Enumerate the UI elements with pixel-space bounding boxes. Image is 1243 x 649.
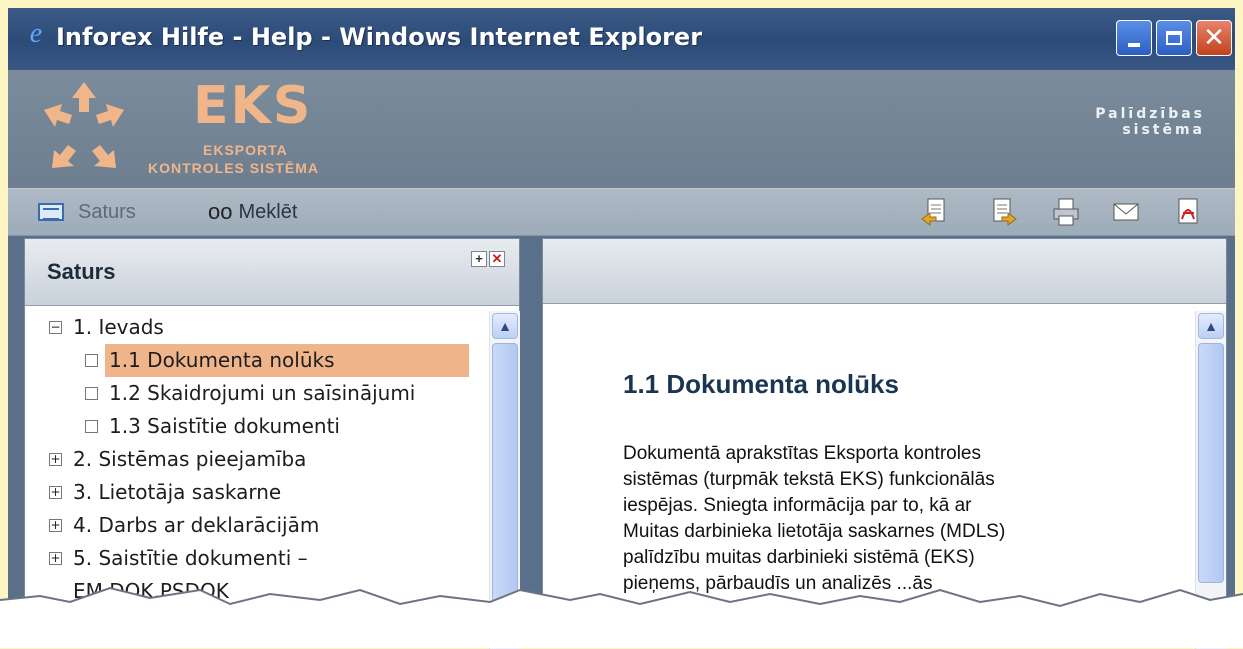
toc-item[interactable]: + 2. Sistēmas pieejamība: [25, 443, 481, 476]
search-tab[interactable]: oo Meklēt: [208, 189, 297, 235]
previous-page-icon: [921, 198, 945, 226]
eks-logo-text: EKS: [193, 76, 313, 136]
scroll-up-arrow-icon[interactable]: ▲: [492, 313, 518, 339]
body-line: sistēmas (turpmāk tekstā EKS) funkcionāl…: [623, 469, 995, 490]
body-line: Muitas darbinieka lietotāja saskarnes (M…: [623, 521, 1006, 542]
close-pane-button[interactable]: ✕: [489, 251, 505, 267]
toc-item-label: 1.3 Saistītie dokumenti: [109, 414, 340, 438]
eks-logo-subtitle-2: KONTROLES SISTĒMA: [148, 160, 320, 176]
print-icon: [1053, 198, 1079, 226]
pdf-button[interactable]: [1170, 195, 1206, 229]
close-button[interactable]: ✕: [1196, 20, 1232, 56]
help-system-label: Palīdzības sistēma: [1095, 106, 1205, 138]
expand-icon[interactable]: +: [49, 519, 62, 532]
close-icon: ✕: [1203, 23, 1225, 53]
body-line: iespējas. Sniegta informācija par to, kā…: [623, 495, 972, 516]
previous-page-button[interactable]: [916, 195, 952, 229]
pdf-icon: [1178, 198, 1198, 224]
toc-item-label: 4. Darbs ar deklarācijām: [73, 513, 320, 537]
search-tab-label: Meklēt: [238, 201, 298, 223]
next-page-icon: [993, 198, 1017, 226]
toolbar: Saturs oo Meklēt: [8, 188, 1235, 236]
next-page-button[interactable]: [986, 195, 1022, 229]
email-icon: [1113, 203, 1139, 221]
toc-item-label: 1.2 Skaidrojumi un saīsinājumi: [109, 381, 416, 405]
torn-edge-effect: [0, 586, 1243, 648]
page-title: 1.1 Dokumenta nolūks: [623, 369, 899, 399]
contents-tab-label: Saturs: [78, 201, 136, 223]
help-label-line-2: sistēma: [1122, 122, 1205, 138]
glasses-icon: oo: [208, 199, 233, 224]
content-pane-header: [543, 239, 1226, 304]
toc-item[interactable]: + 4. Darbs ar deklarācijām: [25, 509, 481, 542]
scroll-thumb[interactable]: [1198, 343, 1224, 583]
toc-item[interactable]: 1.3 Saistītie dokumenti: [25, 410, 481, 443]
toc-item[interactable]: − 1. Ievads: [25, 311, 481, 344]
page-icon: [85, 354, 98, 367]
app-header: EKS EKSPORTA KONTROLES SISTĒMA Palīdzība…: [8, 70, 1235, 188]
maximize-icon: [1166, 31, 1182, 45]
expand-icon[interactable]: +: [49, 486, 62, 499]
toc-item-label: 1.1 Dokumenta nolūks: [105, 344, 469, 377]
expand-icon[interactable]: +: [49, 453, 62, 466]
expand-all-button[interactable]: +: [471, 251, 487, 267]
toc-item-label: 2. Sistēmas pieejamība: [73, 447, 307, 471]
email-button[interactable]: [1108, 195, 1144, 229]
toc-item[interactable]: 1.2 Skaidrojumi un saīsinājumi: [25, 377, 481, 410]
page-icon: [85, 387, 98, 400]
page-icon: [85, 420, 98, 433]
eks-logo-arrows-icon: [44, 82, 124, 168]
internet-explorer-icon: e: [29, 18, 43, 49]
title-bar: e Inforex Hilfe - Help - Windows Interne…: [8, 8, 1235, 70]
toc-item-label: 1. Ievads: [73, 315, 164, 339]
minimize-button[interactable]: [1116, 20, 1152, 56]
window-title: Inforex Hilfe - Help - Windows Internet …: [56, 23, 703, 51]
toc-item[interactable]: + 3. Lietotāja saskarne: [25, 476, 481, 509]
minimize-icon: [1128, 43, 1140, 47]
collapse-icon[interactable]: −: [49, 321, 62, 334]
toc-item-selected[interactable]: 1.1 Dokumenta nolūks: [25, 344, 481, 377]
print-button[interactable]: [1048, 195, 1084, 229]
contents-pane-title: Saturs: [47, 259, 116, 284]
contents-icon: [38, 203, 64, 221]
eks-logo-subtitle-1: EKSPORTA: [203, 142, 288, 158]
maximize-button[interactable]: [1156, 20, 1192, 56]
contents-pane-header: Saturs + ✕: [25, 239, 519, 306]
toc-item-label: 3. Lietotāja saskarne: [73, 480, 282, 504]
scroll-up-arrow-icon[interactable]: ▲: [1198, 313, 1224, 339]
body-line: Dokumentā aprakstītas Eksporta kontroles: [623, 443, 982, 464]
help-label-line-1: Palīdzības: [1095, 106, 1205, 122]
contents-tab[interactable]: Saturs: [38, 189, 136, 235]
